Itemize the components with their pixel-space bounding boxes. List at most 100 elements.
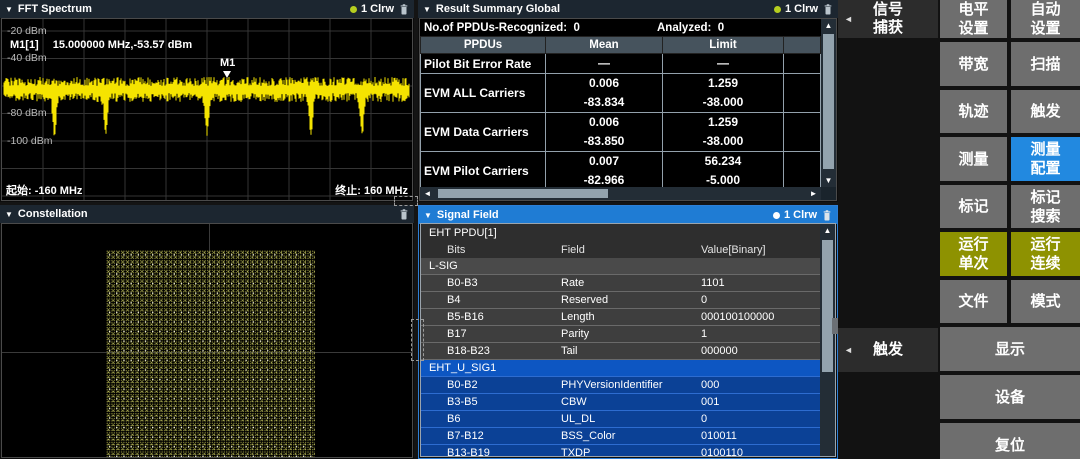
softkey-button[interactable]: 设备: [940, 375, 1080, 419]
scroll-up-icon[interactable]: ▲: [820, 224, 835, 237]
constellation-panel-header[interactable]: ▼ Constellation: [0, 205, 414, 223]
section-label: L-SIG: [421, 260, 458, 272]
scroll-up-icon[interactable]: ▲: [821, 19, 836, 32]
softkey-button[interactable]: 测量: [940, 137, 1007, 181]
signal-field-row[interactable]: B0-B2PHYVersionIdentifier000: [421, 377, 820, 394]
horizontal-scrollbar[interactable]: ◄ ►: [420, 187, 821, 200]
signal-section-row[interactable]: EHT_U_SIG1: [421, 360, 820, 377]
trash-icon[interactable]: [399, 3, 409, 16]
fft-panel-header[interactable]: ▼ FFT Spectrum 1 Clrw: [0, 0, 414, 18]
trace-label: 1 Clrw: [785, 3, 818, 15]
softkey-button[interactable]: 文件: [940, 280, 1007, 323]
panel-title: Constellation: [18, 208, 88, 220]
collapse-caret-icon[interactable]: ▼: [5, 5, 13, 14]
signal-field-header[interactable]: ▼ Signal Field 1 Clrw: [419, 206, 837, 224]
vertical-scrollbar[interactable]: ▲ ▼: [821, 19, 836, 187]
trash-icon[interactable]: [822, 209, 832, 222]
signal-field-row[interactable]: B4Reserved0: [421, 292, 820, 309]
trace-indicator[interactable]: 1 Clrw: [773, 209, 817, 221]
softkey-menu: ◄ 信号 捕获 ◄ 触发 电平 设置自动 设置带宽扫描轨迹触发测量测量 配置标记…: [838, 0, 1080, 459]
scrollbar-thumb[interactable]: [438, 189, 608, 198]
collapse-caret-icon[interactable]: ▼: [424, 211, 432, 220]
result-row-label: EVM Pilot Carriers: [421, 152, 546, 191]
field-cell: CBW: [561, 396, 701, 408]
menu-group-label: 触发: [873, 341, 903, 359]
softkey-button[interactable]: 带宽: [940, 42, 1007, 86]
marker-m1-icon[interactable]: [223, 71, 231, 78]
trash-icon[interactable]: [399, 208, 409, 221]
scrollbar-thumb[interactable]: [822, 240, 833, 372]
trace-indicator[interactable]: 1 Clrw: [350, 3, 394, 15]
result-value-cell: 1.259-38.000: [663, 74, 784, 113]
trace-dot-icon: [350, 6, 357, 13]
scrollbar-corner: [821, 187, 836, 200]
field-cell: Tail: [561, 345, 701, 357]
value-cell: 000000: [701, 345, 820, 357]
menu-group-signal-capture[interactable]: ◄ 信号 捕获: [838, 0, 938, 38]
table-header-row: PPDUs Mean Limit: [421, 37, 821, 54]
softkey-button[interactable]: 自动 设置: [1011, 0, 1080, 38]
scroll-down-icon[interactable]: ▼: [821, 174, 836, 187]
scroll-left-icon[interactable]: ◄: [420, 187, 435, 200]
bits-cell: B18-B23: [421, 345, 561, 357]
field-cell: Parity: [561, 328, 701, 340]
softkey-button[interactable]: 显示: [940, 327, 1080, 371]
scroll-right-icon[interactable]: ►: [806, 187, 821, 200]
col-extra: [784, 37, 821, 54]
collapse-caret-icon[interactable]: ▼: [423, 5, 431, 14]
signal-field-row[interactable]: B0-B3Rate1101: [421, 275, 820, 292]
signal-field-row[interactable]: B3-B5CBW001: [421, 394, 820, 411]
signal-field-row[interactable]: B5-B16Length000100100000: [421, 309, 820, 326]
signal-field-row[interactable]: B13-B19TXDP0100110: [421, 445, 820, 456]
softkey-button[interactable]: 标记 搜索: [1011, 185, 1080, 228]
fft-plot-area: -20 dBm -40 dBm -80 dBm -100 dBm M1[1]15…: [1, 18, 413, 201]
value-cell: 1101: [701, 277, 820, 289]
scrollbar-thumb[interactable]: [823, 34, 834, 169]
softkey-button[interactable]: 运行 连续: [1011, 232, 1080, 276]
softkey-button[interactable]: 电平 设置: [940, 0, 1007, 38]
trash-icon[interactable]: [823, 3, 833, 16]
bits-cell: B13-B19: [421, 447, 561, 456]
y-axis-tick: -40 dBm: [7, 52, 47, 64]
result-row: EVM Data Carriers0.006-83.8501.259-38.00…: [421, 113, 821, 152]
signal-field-row[interactable]: B7-B12BSS_Color010011: [421, 428, 820, 445]
result-pad-cell: [784, 152, 821, 191]
trace-indicator[interactable]: 1 Clrw: [774, 3, 818, 15]
bits-cell: B3-B5: [421, 396, 561, 408]
softkey-button[interactable]: 扫描: [1011, 42, 1080, 86]
menu-group-trigger[interactable]: ◄ 触发: [838, 328, 938, 372]
analyzed-label: Analyzed:: [657, 22, 711, 34]
ppdu-header-label: EHT PPDU[1]: [421, 227, 497, 239]
trace-dot-icon: [774, 6, 781, 13]
softkey-button[interactable]: 模式: [1011, 280, 1080, 323]
signal-field-row[interactable]: B17Parity1: [421, 326, 820, 343]
col-bits: Bits: [421, 244, 561, 256]
signal-field-row[interactable]: B18-B23Tail000000: [421, 343, 820, 360]
softkey-button[interactable]: 标记: [940, 185, 1007, 228]
bits-cell: B7-B12: [421, 430, 561, 442]
softkey-button[interactable]: 运行 单次: [940, 232, 1007, 276]
value-cell: 000: [701, 379, 820, 391]
bits-cell: B5-B16: [421, 311, 561, 323]
result-summary-table: PPDUs Mean Limit Pilot Bit Error Rate——E…: [420, 36, 821, 191]
value-cell: 1: [701, 328, 820, 340]
softkey-button[interactable]: 复位: [940, 423, 1080, 459]
collapse-caret-icon[interactable]: ▼: [5, 210, 13, 219]
vertical-scrollbar[interactable]: ▲: [820, 224, 835, 456]
marker-m1-label: M1: [220, 57, 235, 69]
result-pad-cell: [784, 113, 821, 152]
col-mean: Mean: [546, 37, 663, 54]
constellation-points: [106, 250, 315, 457]
menu-group-label: 信号 捕获: [873, 1, 903, 37]
result-summary-header[interactable]: ▼ Result Summary Global 1 Clrw: [418, 0, 838, 18]
softkey-button[interactable]: 测量 配置: [1011, 137, 1080, 181]
bits-cell: B6: [421, 413, 561, 425]
window-splitter-handle[interactable]: [411, 319, 424, 361]
signal-field-row[interactable]: B6UL_DL0: [421, 411, 820, 428]
col-value: Value[Binary]: [701, 244, 820, 256]
window-splitter-handle[interactable]: [394, 196, 418, 206]
signal-section-row[interactable]: L-SIG: [421, 258, 820, 275]
softkey-button[interactable]: 轨迹: [940, 90, 1007, 133]
signal-field-column-header: Bits Field Value[Binary]: [421, 241, 820, 258]
softkey-button[interactable]: 触发: [1011, 90, 1080, 133]
